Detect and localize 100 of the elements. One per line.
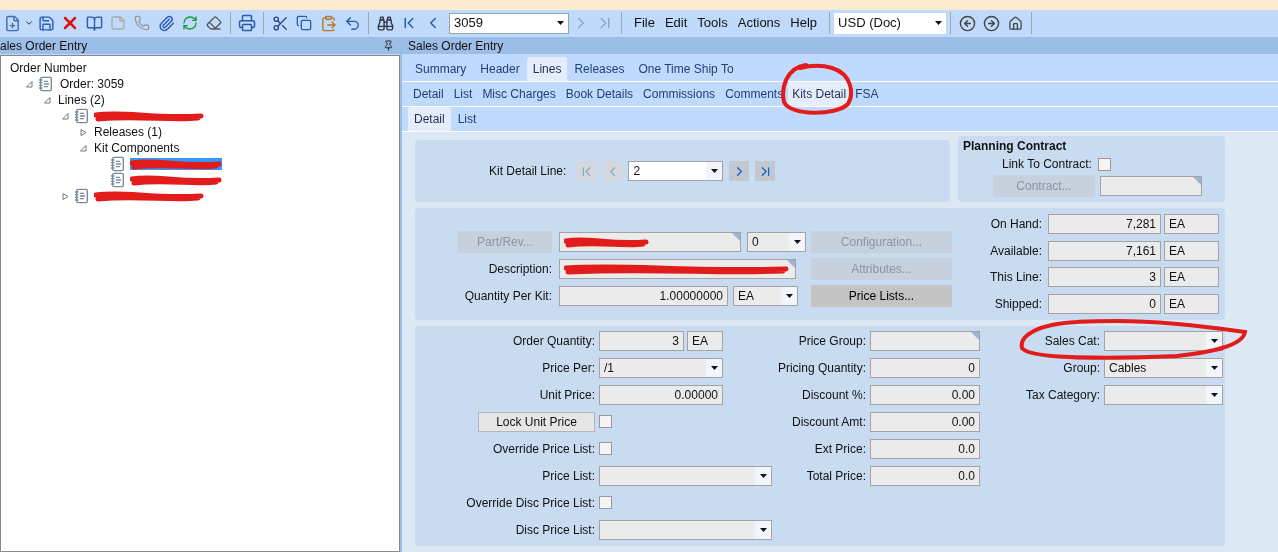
- dropdown[interactable]: /1: [599, 357, 723, 378]
- checkbox[interactable]: [599, 496, 612, 509]
- corner-mark-icon: [732, 232, 740, 241]
- tab[interactable]: FSA: [850, 82, 884, 106]
- quantity-field[interactable]: 0: [1048, 293, 1161, 314]
- expander-icon[interactable]: [62, 192, 69, 200]
- number-field[interactable]: 0.00: [870, 384, 980, 405]
- description-field[interactable]: [559, 258, 796, 279]
- field-label: On Hand:: [990, 216, 1042, 234]
- line-number-dropdown[interactable]: 2: [628, 161, 724, 181]
- field-label: Available:: [990, 242, 1042, 260]
- caret-icon[interactable]: [759, 473, 767, 478]
- field-label: Unit Price:: [539, 386, 595, 404]
- tab[interactable]: Kits Detail: [788, 82, 851, 106]
- field-label: Discount Amt:: [791, 413, 866, 431]
- price-lists-button[interactable]: Price Lists...: [811, 284, 952, 307]
- field-label: Price Group:: [798, 332, 866, 350]
- field-label: Price Per:: [542, 359, 595, 377]
- order-number-dropdown[interactable]: 3059: [449, 12, 569, 34]
- tree-item[interactable]: Kit Components: [92, 139, 182, 157]
- caret-icon[interactable]: [785, 293, 793, 298]
- caret-icon[interactable]: [1210, 365, 1218, 370]
- expander-icon[interactable]: [26, 80, 33, 88]
- tree-item[interactable]: Order: 3059: [58, 75, 127, 93]
- tab[interactable]: List: [448, 82, 478, 106]
- caret-icon[interactable]: [710, 169, 718, 173]
- field-label: Disc Price List:: [515, 521, 595, 539]
- expander-icon[interactable]: [80, 128, 87, 136]
- checkbox[interactable]: [1097, 157, 1111, 171]
- field-label: Sales Cat:: [1044, 332, 1100, 350]
- field-label: Override Disc Price List:: [466, 494, 595, 512]
- unit-field[interactable]: EA: [1164, 240, 1219, 261]
- tab[interactable]: Book Details: [560, 82, 639, 106]
- tab[interactable]: Releases: [567, 57, 632, 81]
- tab[interactable]: Commissions: [638, 82, 721, 106]
- quantity-field[interactable]: 1.00000000: [559, 285, 728, 306]
- unit-field[interactable]: EA: [1164, 267, 1219, 288]
- number-field[interactable]: 0.0: [870, 465, 980, 486]
- quantity-field[interactable]: 7,281: [1048, 214, 1161, 235]
- field-label: Override Price List:: [492, 440, 595, 458]
- dropdown[interactable]: [1104, 330, 1223, 351]
- unit-dropdown[interactable]: EA: [733, 285, 798, 306]
- section-title: Planning Contract: [963, 138, 1068, 155]
- lock-unit-price-button[interactable]: Lock Unit Price: [478, 411, 595, 432]
- caret-icon[interactable]: [793, 239, 801, 244]
- part-field[interactable]: [559, 231, 741, 252]
- corner-mark-icon: [787, 259, 795, 268]
- field-label: Total Price:: [806, 467, 866, 485]
- tree-item[interactable]: Order Number: [8, 59, 89, 77]
- field-label: Discount %:: [801, 386, 866, 404]
- number-field[interactable]: 0.0: [870, 438, 980, 459]
- number-field[interactable]: 0: [870, 357, 980, 378]
- tab[interactable]: List: [450, 107, 484, 131]
- quantity-field[interactable]: 3: [1048, 267, 1161, 288]
- quantity-field[interactable]: 7,161: [1048, 240, 1161, 261]
- number-field[interactable]: 0.00: [870, 411, 980, 432]
- caret-icon[interactable]: [710, 365, 718, 370]
- caret-icon[interactable]: [935, 21, 943, 25]
- caret-icon[interactable]: [1210, 338, 1218, 343]
- checkbox[interactable]: [599, 415, 612, 428]
- field-label: Pricing Quantity:: [777, 359, 866, 377]
- field-label: This Line:: [989, 269, 1042, 287]
- document-icon: [74, 108, 90, 124]
- tab[interactable]: Detail: [408, 107, 451, 131]
- document-icon: [38, 76, 54, 92]
- text-field[interactable]: [870, 330, 980, 351]
- caret-icon[interactable]: [1210, 392, 1218, 397]
- tree-item[interactable]: Releases (1): [92, 123, 165, 141]
- unit-field[interactable]: EA: [687, 330, 723, 351]
- corner-mark-icon: [1193, 177, 1201, 185]
- unit-field[interactable]: EA: [1164, 293, 1219, 314]
- expander-icon[interactable]: [80, 144, 87, 152]
- tab[interactable]: Header: [473, 57, 527, 81]
- tab[interactable]: Misc Charges: [477, 82, 561, 106]
- tab[interactable]: Summary: [408, 57, 474, 81]
- contract-field[interactable]: [1100, 176, 1202, 196]
- caret-icon[interactable]: [759, 527, 767, 532]
- unit-field[interactable]: EA: [1164, 214, 1219, 235]
- panel-header: Sales Order Entry: [402, 37, 1278, 54]
- menu-item[interactable]: Actions: [737, 13, 781, 33]
- number-field[interactable]: 3: [599, 330, 684, 351]
- panel-header: ales Order Entry: [0, 37, 88, 55]
- menu-item[interactable]: File: [634, 13, 655, 33]
- tab[interactable]: Lines: [526, 57, 568, 81]
- tab[interactable]: Detail: [408, 82, 449, 106]
- dropdown[interactable]: Cables: [1104, 357, 1223, 378]
- pin-icon[interactable]: [383, 40, 394, 51]
- revision-dropdown[interactable]: 0: [747, 231, 806, 252]
- checkbox[interactable]: [599, 442, 612, 455]
- number-field[interactable]: 0.00000: [599, 384, 723, 405]
- menu-item[interactable]: Edit: [664, 13, 688, 33]
- expander-icon[interactable]: [62, 112, 69, 120]
- tab[interactable]: One Time Ship To: [631, 57, 741, 81]
- menu-item[interactable]: Help: [790, 13, 818, 33]
- tree-item[interactable]: Lines (2): [56, 91, 107, 109]
- document-icon: [74, 188, 90, 204]
- expander-icon[interactable]: [44, 96, 51, 104]
- currency-dropdown[interactable]: USD (Doc): [834, 12, 947, 34]
- menu-item[interactable]: Tools: [697, 13, 728, 33]
- caret-icon[interactable]: [557, 21, 564, 25]
